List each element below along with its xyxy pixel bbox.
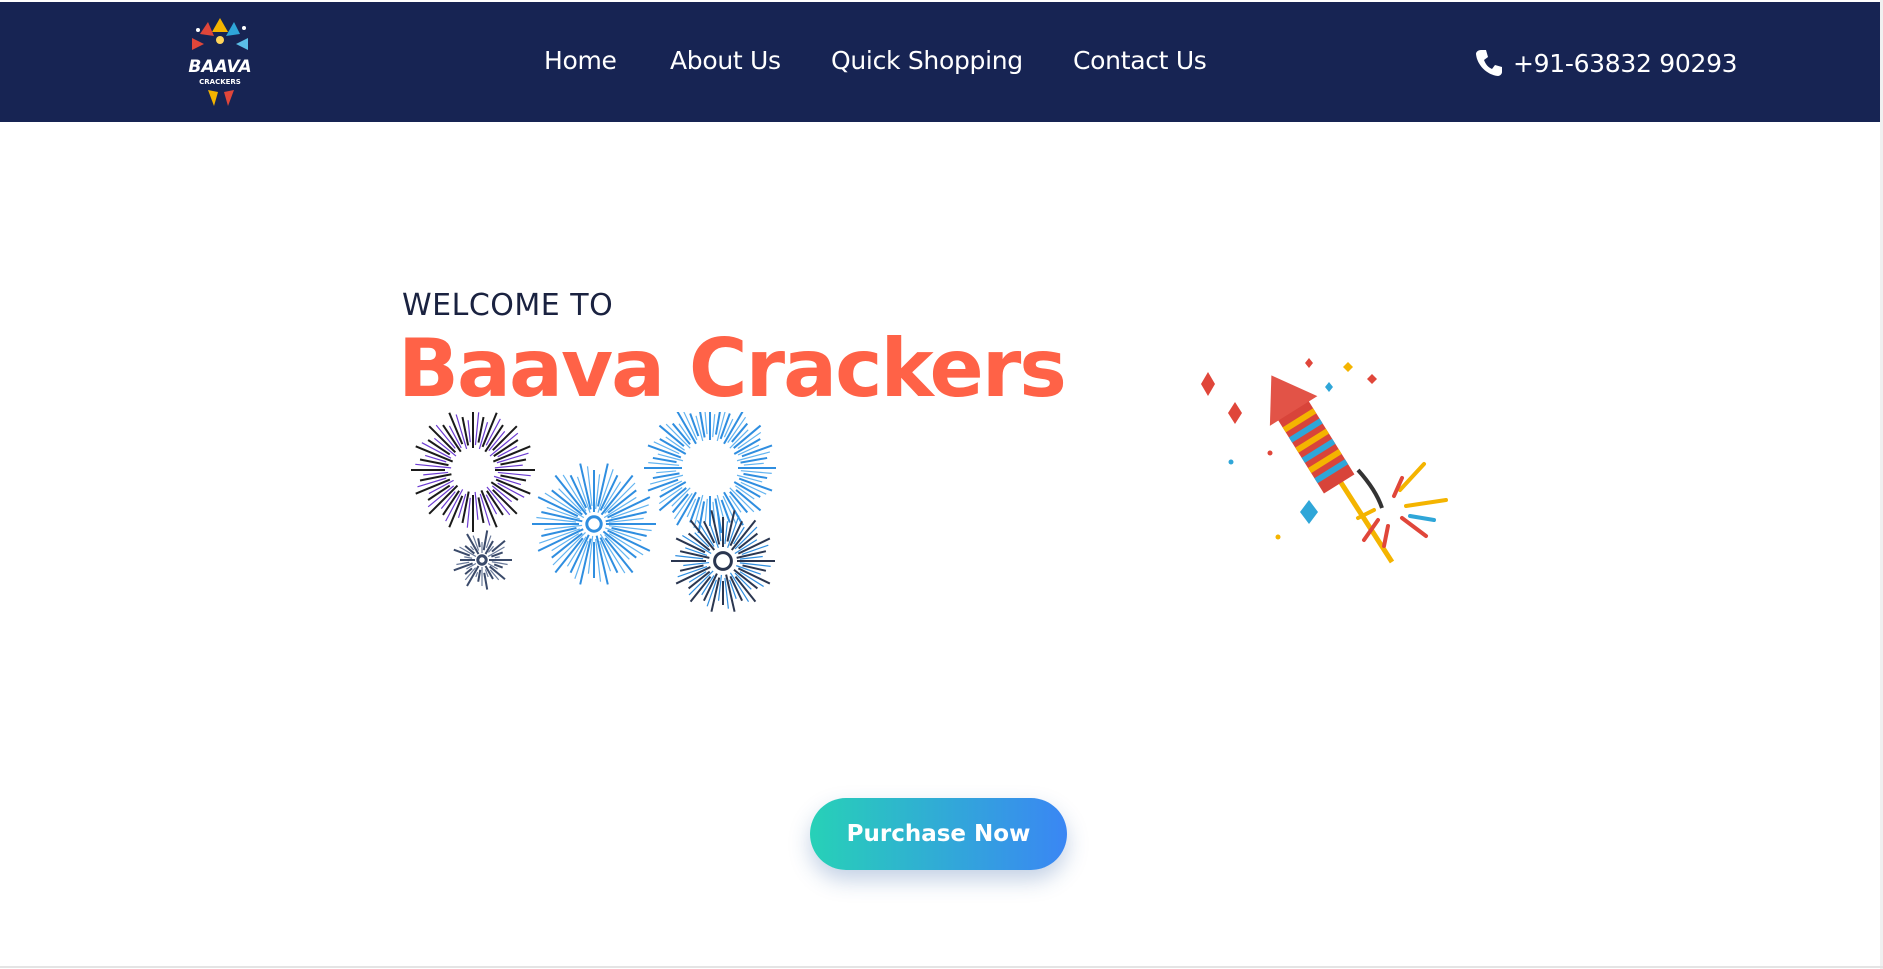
purchase-now-button[interactable]: Purchase Now [810,798,1067,870]
welcome-text: WELCOME TO [402,288,614,323]
nav-about-us[interactable]: About Us [670,46,781,75]
rocket-cracker-illustration [1201,358,1448,564]
firework-burst [411,412,535,532]
firework-burst [453,530,512,590]
phone-contact[interactable]: +91-63832 90293 [1473,46,1738,80]
phone-number: +91-63832 90293 [1513,48,1738,78]
brand-title: Baava Crackers [398,322,1067,415]
svg-text:CRACKERS: CRACKERS [199,78,241,86]
nav-home[interactable]: Home [544,46,617,75]
svg-text:BAAVA: BAAVA [188,57,251,77]
brand-logo[interactable]: BAAVA CRACKERS [178,16,262,108]
nav-quick-shopping[interactable]: Quick Shopping [831,46,1023,75]
firework-burst [644,412,776,534]
phone-icon [1476,50,1502,76]
fireworks-illustration [411,412,776,612]
nav-contact-us[interactable]: Contact Us [1073,46,1207,75]
firework-burst [532,463,656,585]
top-navbar: BAAVA CRACKERS Home About Us Quick Shopp… [0,2,1880,122]
page-bottom-border [0,966,1883,968]
firework-burst [671,510,775,612]
